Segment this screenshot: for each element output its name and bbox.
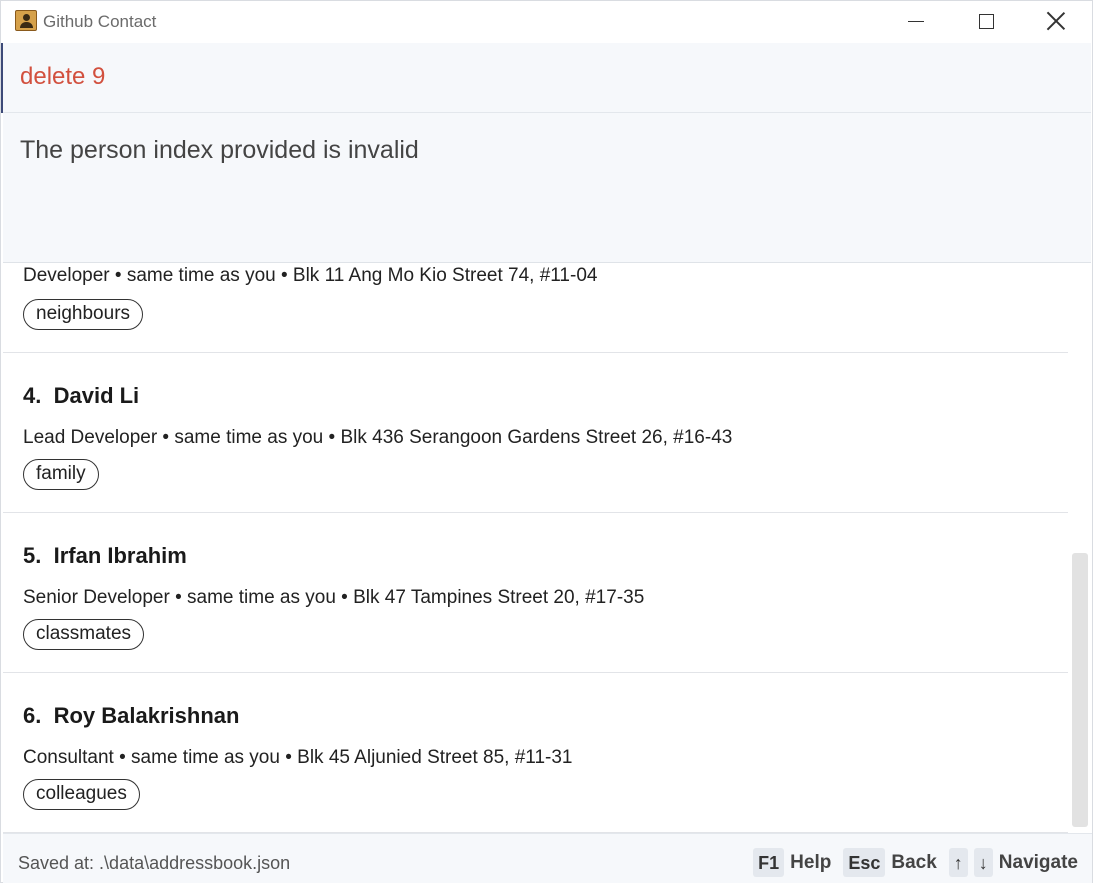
maximize-icon bbox=[978, 13, 994, 29]
person-index: 5. bbox=[23, 543, 42, 568]
back-hint: Back bbox=[891, 851, 937, 873]
person-name: 4. David Li bbox=[23, 383, 139, 409]
help-hint: Help bbox=[790, 851, 832, 873]
minimize-button[interactable] bbox=[881, 1, 951, 41]
person-name-text: Irfan Ibrahim bbox=[53, 543, 187, 568]
person-name-text: Roy Balakrishnan bbox=[53, 703, 240, 728]
command-input[interactable] bbox=[20, 63, 1020, 91]
save-location: Saved at: .\data\addressbook.json bbox=[18, 853, 291, 873]
list-scrollbar[interactable] bbox=[1068, 263, 1092, 833]
person-index: 6. bbox=[23, 703, 42, 728]
arrow-up-icon[interactable]: ↑ bbox=[948, 848, 968, 877]
arrow-down-icon[interactable]: ↓ bbox=[973, 848, 993, 877]
person-tag: colleagues bbox=[23, 779, 140, 810]
keyboard-hints: F1 Help Esc Back ↑ ↓ Navigate bbox=[753, 848, 1078, 877]
contact-book-icon bbox=[15, 10, 37, 31]
person-details: Consultant • same time as you • Blk 45 A… bbox=[23, 747, 573, 768]
person-tag: neighbours bbox=[23, 299, 144, 330]
person-details: Developer • same time as you • Blk 11 An… bbox=[23, 265, 598, 286]
navigate-hint: Navigate bbox=[998, 851, 1078, 873]
result-message: The person index provided is invalid bbox=[20, 136, 419, 164]
person-tag: classmates bbox=[23, 619, 145, 650]
person-name: 5. Irfan Ibrahim bbox=[23, 543, 187, 569]
close-button[interactable] bbox=[1021, 1, 1091, 41]
command-box bbox=[3, 43, 1091, 113]
close-icon bbox=[1047, 12, 1065, 30]
window-title: Github Contact bbox=[43, 12, 157, 31]
app-window: Github Contact The person index provided… bbox=[0, 0, 1093, 883]
person-list[interactable]: Developer • same time as you • Blk 11 An… bbox=[3, 263, 1068, 833]
person-details: Senior Developer • same time as you • Bl… bbox=[23, 587, 645, 608]
person-card[interactable]: Developer • same time as you • Blk 11 An… bbox=[3, 263, 1068, 353]
person-card[interactable]: 4. David Li Lead Developer • same time a… bbox=[3, 353, 1068, 513]
esc-key[interactable]: Esc bbox=[843, 848, 886, 877]
f1-key[interactable]: F1 bbox=[753, 848, 785, 877]
status-bar: Saved at: .\data\addressbook.json F1 Hel… bbox=[3, 833, 1092, 883]
person-card[interactable]: 5. Irfan Ibrahim Senior Developer • same… bbox=[3, 513, 1068, 673]
scrollbar-thumb[interactable] bbox=[1072, 553, 1088, 827]
title-bar[interactable]: Github Contact bbox=[1, 1, 1092, 43]
person-index: 4. bbox=[23, 383, 42, 408]
person-name: 6. Roy Balakrishnan bbox=[23, 703, 239, 729]
person-details: Lead Developer • same time as you • Blk … bbox=[23, 427, 733, 448]
maximize-button[interactable] bbox=[951, 1, 1021, 41]
result-display: The person index provided is invalid bbox=[3, 113, 1091, 263]
person-card[interactable]: 6. Roy Balakrishnan Consultant • same ti… bbox=[3, 673, 1068, 833]
person-name-text: David Li bbox=[53, 383, 140, 408]
minimize-icon bbox=[908, 20, 924, 22]
person-tag: family bbox=[23, 459, 99, 490]
